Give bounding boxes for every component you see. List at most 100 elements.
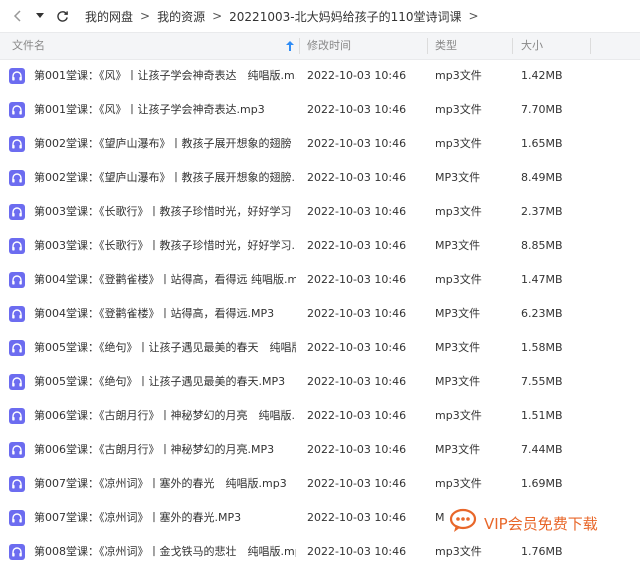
file-name[interactable]: 第002堂课：《望庐山瀑布》丨教孩子展开想象的翅膀 纯... bbox=[34, 127, 296, 161]
audio-file-icon bbox=[9, 476, 25, 492]
file-name[interactable]: 第006堂课：《古朗月行》丨神秘梦幻的月亮 纯唱版.... bbox=[34, 399, 296, 433]
file-name[interactable]: 第004堂课：《登鹳雀楼》丨站得高，看得远 纯唱版.m... bbox=[34, 263, 296, 297]
column-header-time[interactable]: 修改时间 bbox=[307, 33, 351, 59]
file-row[interactable]: 第003堂课：《长歌行》丨教孩子珍惜时光，好好学习 ... 2022-10-03 … bbox=[0, 195, 640, 229]
breadcrumb-item-my-drive[interactable]: 我的网盘 bbox=[85, 8, 133, 25]
file-type: mp3文件 bbox=[435, 409, 482, 422]
file-modified-time: 2022-10-03 10:46 bbox=[307, 545, 407, 558]
file-type: MP3文件 bbox=[435, 443, 481, 456]
file-size: 1.65MB bbox=[521, 137, 563, 150]
file-row[interactable]: 第007堂课：《凉州词》丨塞外的春光 纯唱版.mp3 2022-10-03 10:… bbox=[0, 467, 640, 501]
file-name[interactable]: 第007堂课：《凉州词》丨塞外的春光 纯唱版.mp3 bbox=[34, 467, 296, 501]
file-size: 7.44MB bbox=[521, 443, 563, 456]
file-name[interactable]: 第003堂课：《长歌行》丨教孩子珍惜时光，好好学习 ... bbox=[34, 195, 296, 229]
file-modified-time: 2022-10-03 10:46 bbox=[307, 273, 407, 286]
watermark-text: VIP会员免费下载 bbox=[484, 514, 598, 533]
breadcrumb-separator-icon: > bbox=[212, 9, 223, 23]
audio-file-icon bbox=[9, 136, 25, 152]
file-type: MP3文件 bbox=[435, 171, 481, 184]
file-name[interactable]: 第007堂课：《凉州词》丨塞外的春光.MP3 bbox=[34, 501, 296, 535]
file-modified-time: 2022-10-03 10:46 bbox=[307, 171, 407, 184]
breadcrumb-item-current-folder[interactable]: 20221003-北大妈妈给孩子的110堂诗词课 bbox=[229, 8, 461, 25]
file-modified-time: 2022-10-03 10:46 bbox=[307, 307, 407, 320]
breadcrumb-separator-icon: > bbox=[468, 9, 479, 23]
audio-file-icon bbox=[9, 306, 25, 322]
audio-file-icon bbox=[9, 510, 25, 526]
file-size: 8.49MB bbox=[521, 171, 563, 184]
file-name[interactable]: 第002堂课：《望庐山瀑布》丨教孩子展开想象的翅膀.... bbox=[34, 161, 296, 195]
breadcrumb-item-my-resources[interactable]: 我的资源 bbox=[157, 8, 205, 25]
file-modified-time: 2022-10-03 10:46 bbox=[307, 205, 407, 218]
file-row[interactable]: 第003堂课：《长歌行》丨教孩子珍惜时光，好好学习.... 2022-10-03 … bbox=[0, 229, 640, 263]
refresh-icon[interactable] bbox=[52, 6, 72, 26]
file-list-header: 文件名 修改时间 类型 大小 bbox=[0, 32, 640, 60]
file-row[interactable]: 第002堂课：《望庐山瀑布》丨教孩子展开想象的翅膀 纯... 2022-10-03… bbox=[0, 127, 640, 161]
file-row[interactable]: 第001堂课：《风》丨让孩子学会神奇表达.mp3 2022-10-03 10:46… bbox=[0, 93, 640, 127]
file-type: MP3文件 bbox=[435, 341, 481, 354]
file-name[interactable]: 第001堂课：《风》丨让孩子学会神奇表达 纯唱版.m... bbox=[34, 59, 296, 93]
file-name[interactable]: 第005堂课：《绝句》丨让孩子遇见最美的春天.MP3 bbox=[34, 365, 296, 399]
file-name[interactable]: 第008堂课：《凉州词》丨金戈铁马的悲壮 纯唱版.mp3 bbox=[34, 535, 296, 569]
file-type: mp3文件 bbox=[435, 103, 482, 116]
file-row[interactable]: 第001堂课：《风》丨让孩子学会神奇表达 纯唱版.m... 2022-10-03 … bbox=[0, 59, 640, 93]
file-modified-time: 2022-10-03 10:46 bbox=[307, 443, 407, 456]
file-modified-time: 2022-10-03 10:46 bbox=[307, 341, 407, 354]
audio-file-icon bbox=[9, 374, 25, 390]
file-row[interactable]: 第005堂课：《绝句》丨让孩子遇见最美的春天 纯唱版.... 2022-10-03… bbox=[0, 331, 640, 365]
breadcrumb: 我的网盘 > 我的资源 > 20221003-北大妈妈给孩子的110堂诗词课 > bbox=[85, 0, 486, 32]
audio-file-icon bbox=[9, 238, 25, 254]
file-row[interactable]: 第006堂课：《古朗月行》丨神秘梦幻的月亮.MP3 2022-10-03 10:4… bbox=[0, 433, 640, 467]
file-size: 1.58MB bbox=[521, 341, 563, 354]
file-name[interactable]: 第004堂课：《登鹳雀楼》丨站得高，看得远.MP3 bbox=[34, 297, 296, 331]
file-modified-time: 2022-10-03 10:46 bbox=[307, 69, 407, 82]
file-modified-time: 2022-10-03 10:46 bbox=[307, 239, 407, 252]
watermark: VIP会员免费下载 bbox=[448, 505, 608, 541]
file-modified-time: 2022-10-03 10:46 bbox=[307, 511, 407, 524]
column-header-size[interactable]: 大小 bbox=[521, 33, 543, 59]
audio-file-icon bbox=[9, 340, 25, 356]
audio-file-icon bbox=[9, 442, 25, 458]
file-modified-time: 2022-10-03 10:46 bbox=[307, 409, 407, 422]
file-type: mp3文件 bbox=[435, 273, 482, 286]
file-type: MP3文件 bbox=[435, 307, 481, 320]
audio-file-icon bbox=[9, 272, 25, 288]
file-size: 7.70MB bbox=[521, 103, 563, 116]
audio-file-icon bbox=[9, 544, 25, 560]
file-row[interactable]: 第002堂课：《望庐山瀑布》丨教孩子展开想象的翅膀.... 2022-10-03 … bbox=[0, 161, 640, 195]
file-size: 6.23MB bbox=[521, 307, 563, 320]
column-divider[interactable] bbox=[590, 38, 591, 54]
file-type: MP3文件 bbox=[435, 239, 481, 252]
file-type: mp3文件 bbox=[435, 137, 482, 150]
file-row[interactable]: 第006堂课：《古朗月行》丨神秘梦幻的月亮 纯唱版.... 2022-10-03 … bbox=[0, 399, 640, 433]
file-modified-time: 2022-10-03 10:46 bbox=[307, 477, 407, 490]
dropdown-chevron-icon[interactable] bbox=[32, 6, 48, 26]
file-size: 8.85MB bbox=[521, 239, 563, 252]
file-size: 2.37MB bbox=[521, 205, 563, 218]
column-divider[interactable] bbox=[299, 38, 300, 54]
audio-file-icon bbox=[9, 204, 25, 220]
file-modified-time: 2022-10-03 10:46 bbox=[307, 103, 407, 116]
column-header-type[interactable]: 类型 bbox=[435, 33, 457, 59]
column-header-name[interactable]: 文件名 bbox=[12, 33, 45, 59]
column-divider[interactable] bbox=[512, 38, 513, 54]
file-name[interactable]: 第003堂课：《长歌行》丨教孩子珍惜时光，好好学习.... bbox=[34, 229, 296, 263]
file-name[interactable]: 第005堂课：《绝句》丨让孩子遇见最美的春天 纯唱版.... bbox=[34, 331, 296, 365]
audio-file-icon bbox=[9, 102, 25, 118]
file-type: mp3文件 bbox=[435, 477, 482, 490]
sort-ascending-icon[interactable] bbox=[286, 33, 294, 59]
back-arrow-icon[interactable] bbox=[8, 6, 28, 26]
file-list: 第001堂课：《风》丨让孩子学会神奇表达 纯唱版.m... 2022-10-03 … bbox=[0, 59, 640, 569]
file-size: 1.42MB bbox=[521, 69, 563, 82]
breadcrumb-separator-icon: > bbox=[140, 9, 151, 23]
file-row[interactable]: 第005堂课：《绝句》丨让孩子遇见最美的春天.MP3 2022-10-03 10:… bbox=[0, 365, 640, 399]
file-name[interactable]: 第001堂课：《风》丨让孩子学会神奇表达.mp3 bbox=[34, 93, 296, 127]
file-type: mp3文件 bbox=[435, 69, 482, 82]
column-divider[interactable] bbox=[427, 38, 428, 54]
file-row[interactable]: 第004堂课：《登鹳雀楼》丨站得高，看得远.MP3 2022-10-03 10:4… bbox=[0, 297, 640, 331]
file-name[interactable]: 第006堂课：《古朗月行》丨神秘梦幻的月亮.MP3 bbox=[34, 433, 296, 467]
file-modified-time: 2022-10-03 10:46 bbox=[307, 137, 407, 150]
audio-file-icon bbox=[9, 68, 25, 84]
file-size: 1.69MB bbox=[521, 477, 563, 490]
file-size: 1.51MB bbox=[521, 409, 563, 422]
file-row[interactable]: 第004堂课：《登鹳雀楼》丨站得高，看得远 纯唱版.m... 2022-10-03… bbox=[0, 263, 640, 297]
